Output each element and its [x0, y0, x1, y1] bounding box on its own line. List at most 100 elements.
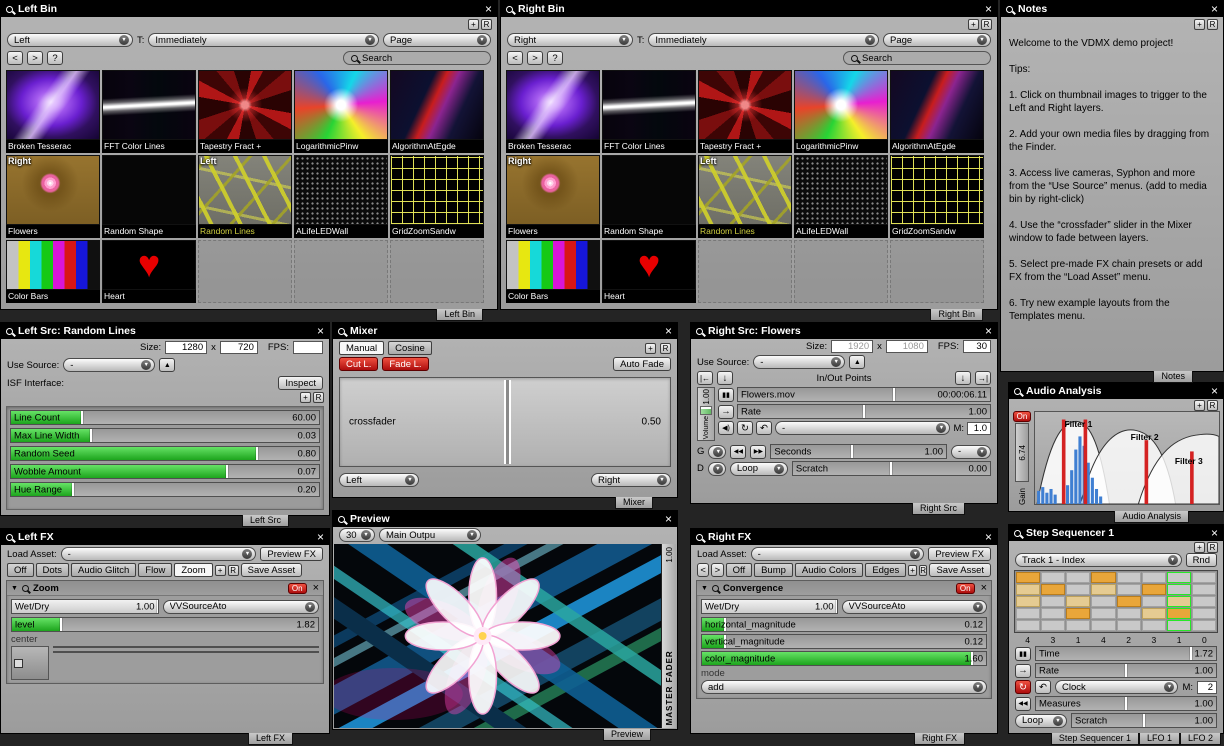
plus-button[interactable]: + [968, 19, 979, 30]
clip-thumbnail[interactable] [294, 70, 388, 140]
clip-tapestry-fractal[interactable]: Tapestry Fract + [198, 70, 292, 153]
preview-fx-button[interactable]: Preview FX [260, 547, 323, 561]
close-icon[interactable]: × [317, 325, 324, 337]
disclosure-triangle-icon[interactable]: ▼ [701, 585, 708, 592]
color-magnitude-slider[interactable]: color_magnitude1.60 [701, 651, 987, 666]
clip-broken-tesseract[interactable]: Broken Tesserac [506, 70, 600, 153]
clip-thumbnail[interactable] [602, 70, 696, 140]
clock-source-select[interactable]: Clock [1055, 680, 1178, 694]
close-icon[interactable]: × [1211, 385, 1218, 397]
panel-tab[interactable]: Audio Analysis [1114, 511, 1189, 523]
volume-thumb[interactable] [701, 407, 711, 409]
r-button[interactable]: R [481, 19, 492, 30]
clip-logarithmic-pinwheel[interactable]: LogarithmicPinw [794, 70, 888, 153]
wet-dry-source-select[interactable]: VVSourceAto [842, 600, 988, 614]
load-asset-select[interactable]: - [751, 547, 925, 561]
step-value[interactable]: 1 [1167, 635, 1192, 645]
clip-alife-led-wall[interactable]: ALifeLEDWall [794, 155, 888, 238]
scratch-slider[interactable]: Scratch1.00 [1071, 713, 1217, 728]
step-cell[interactable] [1167, 584, 1191, 595]
fx-close-icon[interactable]: × [981, 583, 987, 594]
r-button[interactable]: R [1207, 19, 1218, 30]
prev-page-button[interactable]: < [507, 51, 523, 65]
clip-grid-zoom-sandwich[interactable]: GridZoomSandw [890, 155, 984, 238]
audio-on-button[interactable]: On [1013, 411, 1032, 422]
clip-alife-led-wall[interactable]: ALifeLEDWall [294, 155, 388, 238]
panel-tab[interactable]: Right Src [912, 503, 965, 515]
track-select[interactable]: Track 1 - Index [1015, 553, 1182, 567]
x-position-slider[interactable]: x position1051.64 [53, 646, 319, 648]
step-cell[interactable] [1091, 620, 1115, 631]
step-value[interactable]: 4 [1091, 635, 1116, 645]
fx-tab-off[interactable]: Off [7, 563, 34, 577]
close-icon[interactable]: × [1211, 527, 1218, 539]
clip-flowers[interactable]: RightFlowers [6, 155, 100, 238]
step-cell[interactable] [1066, 608, 1090, 619]
r-button[interactable]: R [660, 343, 671, 354]
pause-button[interactable]: ▮▮ [1015, 647, 1031, 661]
fx-tabs-back-button[interactable]: < [697, 563, 709, 577]
step-cell[interactable] [1167, 596, 1191, 607]
clip-thumbnail[interactable] [390, 155, 484, 225]
gain-slider[interactable]: 6.74 [1015, 423, 1029, 482]
fps-field[interactable] [293, 341, 323, 354]
pause-button[interactable]: ▮▮ [718, 388, 734, 402]
step-cell[interactable] [1016, 608, 1040, 619]
master-fader[interactable]: 1.00 MASTER FADER [661, 544, 676, 728]
panel-tab-lfo-1[interactable]: LFO 1 [1139, 733, 1180, 745]
empty-clip-slot[interactable] [294, 240, 388, 303]
height-field[interactable]: 720 [220, 341, 258, 354]
fps-field[interactable]: 30 [963, 340, 991, 353]
group-d-select[interactable] [708, 462, 726, 476]
trigger-select[interactable]: Immediately [648, 33, 879, 47]
plus-button[interactable]: + [468, 19, 479, 30]
filter-1-label[interactable]: Filter 1 [1064, 419, 1092, 429]
step-cell[interactable] [1142, 596, 1166, 607]
preview-titlebar[interactable]: Preview × [333, 511, 677, 527]
r-button[interactable]: R [1207, 400, 1218, 411]
plus-button[interactable]: + [908, 565, 917, 576]
step-cell[interactable] [1066, 572, 1090, 583]
preview-fx-button[interactable]: Preview FX [928, 547, 991, 561]
step-cell[interactable] [1041, 608, 1065, 619]
clip-heart[interactable]: Heart [102, 240, 196, 303]
clip-thumbnail[interactable] [102, 155, 196, 225]
step-cell[interactable] [1016, 584, 1040, 595]
volume-track[interactable] [700, 406, 712, 415]
close-icon[interactable]: × [1211, 3, 1218, 15]
step-cell[interactable] [1192, 596, 1216, 607]
step-cell[interactable] [1117, 608, 1141, 619]
fx-tabs-forward-button[interactable]: > [711, 563, 723, 577]
clip-thumbnail[interactable] [890, 70, 984, 140]
speaker-icon[interactable]: ◀) [718, 421, 734, 435]
clip-color-bars[interactable]: Color Bars [6, 240, 100, 303]
step-cell[interactable] [1041, 572, 1065, 583]
step-cell[interactable] [1117, 596, 1141, 607]
help-button[interactable]: ? [47, 51, 63, 65]
step-sequencer-titlebar[interactable]: Step Sequencer 1 × [1009, 525, 1223, 541]
clip-thumbnail[interactable] [6, 240, 100, 290]
scratch-slider[interactable]: Scratch0.00 [792, 461, 991, 476]
group-g-select[interactable] [708, 445, 726, 459]
clip-logarithmic-pinwheel[interactable]: LogarithmicPinw [294, 70, 388, 153]
plus-button[interactable]: + [1194, 19, 1205, 30]
left-bin-titlebar[interactable]: Left Bin × [1, 1, 497, 17]
clip-random-shape[interactable]: Random Shape [102, 155, 196, 238]
width-field[interactable]: 1920 [831, 340, 873, 353]
step-cell[interactable] [1041, 620, 1065, 631]
step-cell[interactable] [1117, 584, 1141, 595]
panel-tab-lfo-2[interactable]: LFO 2 [1180, 733, 1221, 745]
loop-mode-select[interactable]: Loop [730, 462, 788, 476]
param-slider-random-seed[interactable]: Random Seed0.80 [10, 446, 320, 461]
step-cell[interactable] [1016, 620, 1040, 631]
clip-thumbnail[interactable] [6, 70, 100, 140]
step-value[interactable]: 1 [1066, 635, 1091, 645]
audio-analysis-titlebar[interactable]: Audio Analysis × [1009, 383, 1223, 399]
search-input[interactable]: Search [843, 51, 991, 65]
crossfader-slider[interactable]: crossfader 0.50 [339, 377, 671, 467]
clip-thumbnail[interactable] [506, 70, 600, 140]
step-cell[interactable] [1142, 584, 1166, 595]
step-cell[interactable] [1066, 620, 1090, 631]
panel-tab-step-sequencer[interactable]: Step Sequencer 1 [1051, 733, 1139, 745]
next-page-button[interactable]: > [27, 51, 43, 65]
